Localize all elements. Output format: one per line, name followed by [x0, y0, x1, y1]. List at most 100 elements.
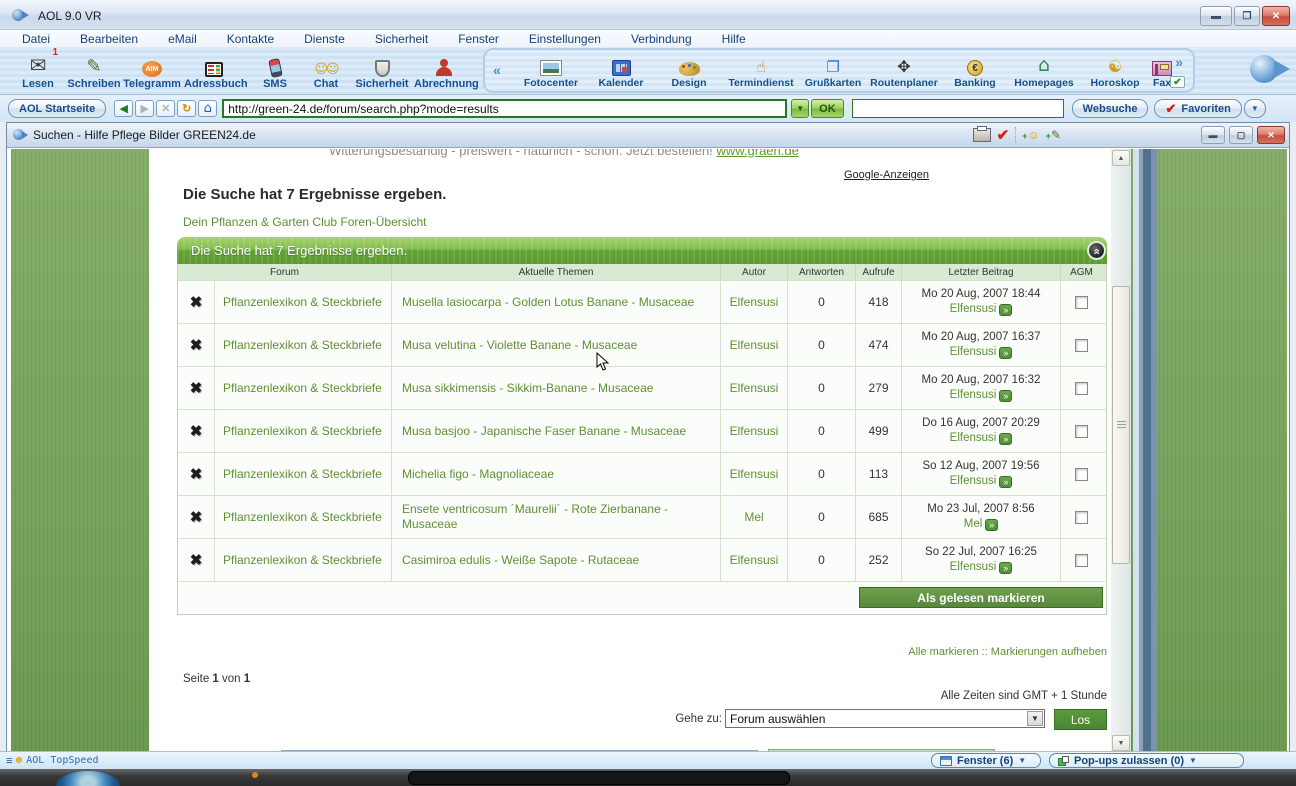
- toolbar-lesen[interactable]: ✉1 Lesen: [8, 49, 68, 90]
- scroll-down-icon[interactable]: ▼: [1112, 735, 1130, 751]
- agm-checkbox[interactable]: [1075, 468, 1088, 481]
- ad-link[interactable]: www.graen.de: [716, 149, 798, 158]
- favorites-dropdown-button[interactable]: ▼: [1244, 99, 1266, 118]
- minimize-button[interactable]: ▬: [1200, 6, 1232, 26]
- toolbar-design[interactable]: Design: [655, 51, 723, 89]
- author-link[interactable]: Elfensusi: [721, 324, 788, 366]
- last-post-author-link[interactable]: Elfensusi»: [950, 474, 1013, 489]
- toolbar-sms[interactable]: SMS: [252, 49, 298, 90]
- forum-select[interactable]: Forum auswählen ▼: [725, 709, 1045, 728]
- topic-link[interactable]: Musa velutina - Violette Banane - Musace…: [392, 324, 721, 366]
- back-button[interactable]: ◀: [114, 100, 133, 117]
- menu-dienste[interactable]: Dienste: [304, 32, 345, 46]
- delete-x-icon[interactable]: ✖: [178, 410, 215, 452]
- toolbar-routenplaner[interactable]: ✥ Routenplaner: [865, 51, 943, 89]
- last-post-author-link[interactable]: Elfensusi»: [950, 345, 1013, 360]
- url-dropdown-button[interactable]: ▼: [791, 99, 809, 118]
- topic-link[interactable]: Casimiroa edulis - Weiße Sapote - Rutace…: [392, 539, 721, 581]
- agm-checkbox[interactable]: [1075, 339, 1088, 352]
- toolbar-adressbuch[interactable]: Adressbuch: [184, 49, 244, 90]
- toolbar-homepages[interactable]: ⌂ Homepages: [1007, 51, 1081, 89]
- toolbar-telegramm[interactable]: AIM Telegramm: [122, 49, 182, 90]
- restore-button[interactable]: ❐: [1234, 6, 1260, 26]
- topic-link[interactable]: Ensete ventricosum ´Maurelii´ - Rote Zie…: [392, 496, 721, 538]
- forum-link[interactable]: Pflanzenlexikon & Steckbriefe: [215, 281, 392, 323]
- print-icon[interactable]: [973, 128, 991, 142]
- menu-datei[interactable]: Datei: [22, 32, 50, 46]
- websearch-button[interactable]: Websuche: [1072, 99, 1149, 118]
- close-button[interactable]: ✕: [1262, 6, 1290, 26]
- toolbar-banking[interactable]: € Banking: [941, 51, 1009, 89]
- child-restore-button[interactable]: ▢: [1229, 126, 1253, 144]
- stop-button[interactable]: ✕: [156, 100, 175, 117]
- menu-email[interactable]: eMail: [168, 32, 197, 46]
- forum-link[interactable]: Pflanzenlexikon & Steckbriefe: [215, 324, 392, 366]
- last-post-author-link[interactable]: Mel»: [964, 517, 999, 532]
- favorite-check-icon[interactable]: ✔: [997, 126, 1010, 144]
- scroll-right-icon[interactable]: »: [1175, 54, 1183, 70]
- goto-post-icon[interactable]: »: [999, 390, 1012, 402]
- author-link[interactable]: Elfensusi: [721, 410, 788, 452]
- agm-checkbox[interactable]: [1075, 296, 1088, 309]
- google-ads-link[interactable]: Google-Anzeigen: [844, 169, 929, 181]
- agm-checkbox[interactable]: [1075, 425, 1088, 438]
- delete-x-icon[interactable]: ✖: [178, 453, 215, 495]
- author-link[interactable]: Elfensusi: [721, 539, 788, 581]
- select-arrow-icon[interactable]: ▼: [1027, 711, 1043, 726]
- ok-button[interactable]: OK: [811, 99, 844, 118]
- toolbar-check-icon[interactable]: ✔: [1170, 76, 1185, 88]
- author-link[interactable]: Elfensusi: [721, 453, 788, 495]
- forum-link[interactable]: Pflanzenlexikon & Steckbriefe: [215, 410, 392, 452]
- toolbar-grusskarten[interactable]: ❐ Grußkarten: [799, 51, 867, 89]
- toolbar-schreiben[interactable]: ✎ Schreiben: [64, 49, 124, 90]
- aol-home-button[interactable]: AOL Startseite: [8, 99, 106, 118]
- toolbar-kalender[interactable]: Kalender: [587, 51, 655, 89]
- delete-x-icon[interactable]: ✖: [178, 324, 215, 366]
- last-post-author-link[interactable]: Elfensusi»: [950, 388, 1013, 403]
- forum-overview-link[interactable]: Dein Pflanzen & Garten Club Foren-Übersi…: [183, 215, 426, 229]
- url-input[interactable]: http://green-24.de/forum/search.php?mode…: [222, 99, 787, 118]
- last-post-author-link[interactable]: Elfensusi»: [950, 302, 1013, 317]
- windows-menu-button[interactable]: Fenster (6) ▼: [931, 753, 1041, 768]
- popups-menu-button[interactable]: Pop-ups zulassen (0) ▼: [1049, 753, 1244, 768]
- delete-x-icon[interactable]: ✖: [178, 367, 215, 409]
- delete-x-icon[interactable]: ✖: [178, 539, 215, 581]
- goto-post-icon[interactable]: »: [985, 519, 998, 531]
- topic-link[interactable]: Musa sikkimensis - Sikkim-Banane - Musac…: [392, 367, 721, 409]
- home-button[interactable]: ⌂: [198, 100, 217, 117]
- goto-post-icon[interactable]: »: [999, 304, 1012, 316]
- mark-all-links[interactable]: Alle markieren :: Markierungen aufheben: [177, 646, 1107, 658]
- delete-x-icon[interactable]: ✖: [178, 281, 215, 323]
- add-buddy-icon[interactable]: +☺: [1022, 128, 1040, 142]
- toolbar-chat[interactable]: ☺☺ Chat: [296, 49, 356, 90]
- topic-link[interactable]: Michelia figo - Magnoliaceae: [392, 453, 721, 495]
- toolbar-abrechnung[interactable]: Abrechnung: [414, 49, 474, 90]
- goto-post-icon[interactable]: »: [999, 433, 1012, 445]
- child-minimize-button[interactable]: ▬: [1201, 126, 1225, 144]
- agm-checkbox[interactable]: [1075, 554, 1088, 567]
- scrollbar[interactable]: ▲ ▼: [1111, 149, 1131, 752]
- menu-einstellungen[interactable]: Einstellungen: [529, 32, 601, 46]
- menu-verbindung[interactable]: Verbindung: [631, 32, 692, 46]
- goto-post-icon[interactable]: »: [999, 347, 1012, 359]
- taskbar-app-area[interactable]: [408, 771, 790, 785]
- author-link[interactable]: Elfensusi: [721, 281, 788, 323]
- author-link[interactable]: Mel: [721, 496, 788, 538]
- collapse-panel-button[interactable]: «: [1087, 241, 1106, 260]
- menu-hilfe[interactable]: Hilfe: [722, 32, 746, 46]
- topic-link[interactable]: Musella lasiocarpa - Golden Lotus Banane…: [392, 281, 721, 323]
- last-post-author-link[interactable]: Elfensusi»: [950, 431, 1013, 446]
- go-button[interactable]: Los: [1054, 709, 1107, 730]
- menu-fenster[interactable]: Fenster: [458, 32, 499, 46]
- menu-bearbeiten[interactable]: Bearbeiten: [80, 32, 138, 46]
- toolbar-termindienst[interactable]: ☝ Termindienst: [723, 51, 799, 89]
- forum-link[interactable]: Pflanzenlexikon & Steckbriefe: [215, 496, 392, 538]
- search-input[interactable]: [852, 99, 1064, 118]
- delete-x-icon[interactable]: ✖: [178, 496, 215, 538]
- scrollbar-thumb[interactable]: [1112, 286, 1130, 564]
- agm-checkbox[interactable]: [1075, 382, 1088, 395]
- scroll-up-icon[interactable]: ▲: [1112, 150, 1130, 166]
- last-post-author-link[interactable]: Elfensusi»: [950, 560, 1013, 575]
- menu-kontakte[interactable]: Kontakte: [227, 32, 274, 46]
- child-close-button[interactable]: ✕: [1257, 126, 1285, 144]
